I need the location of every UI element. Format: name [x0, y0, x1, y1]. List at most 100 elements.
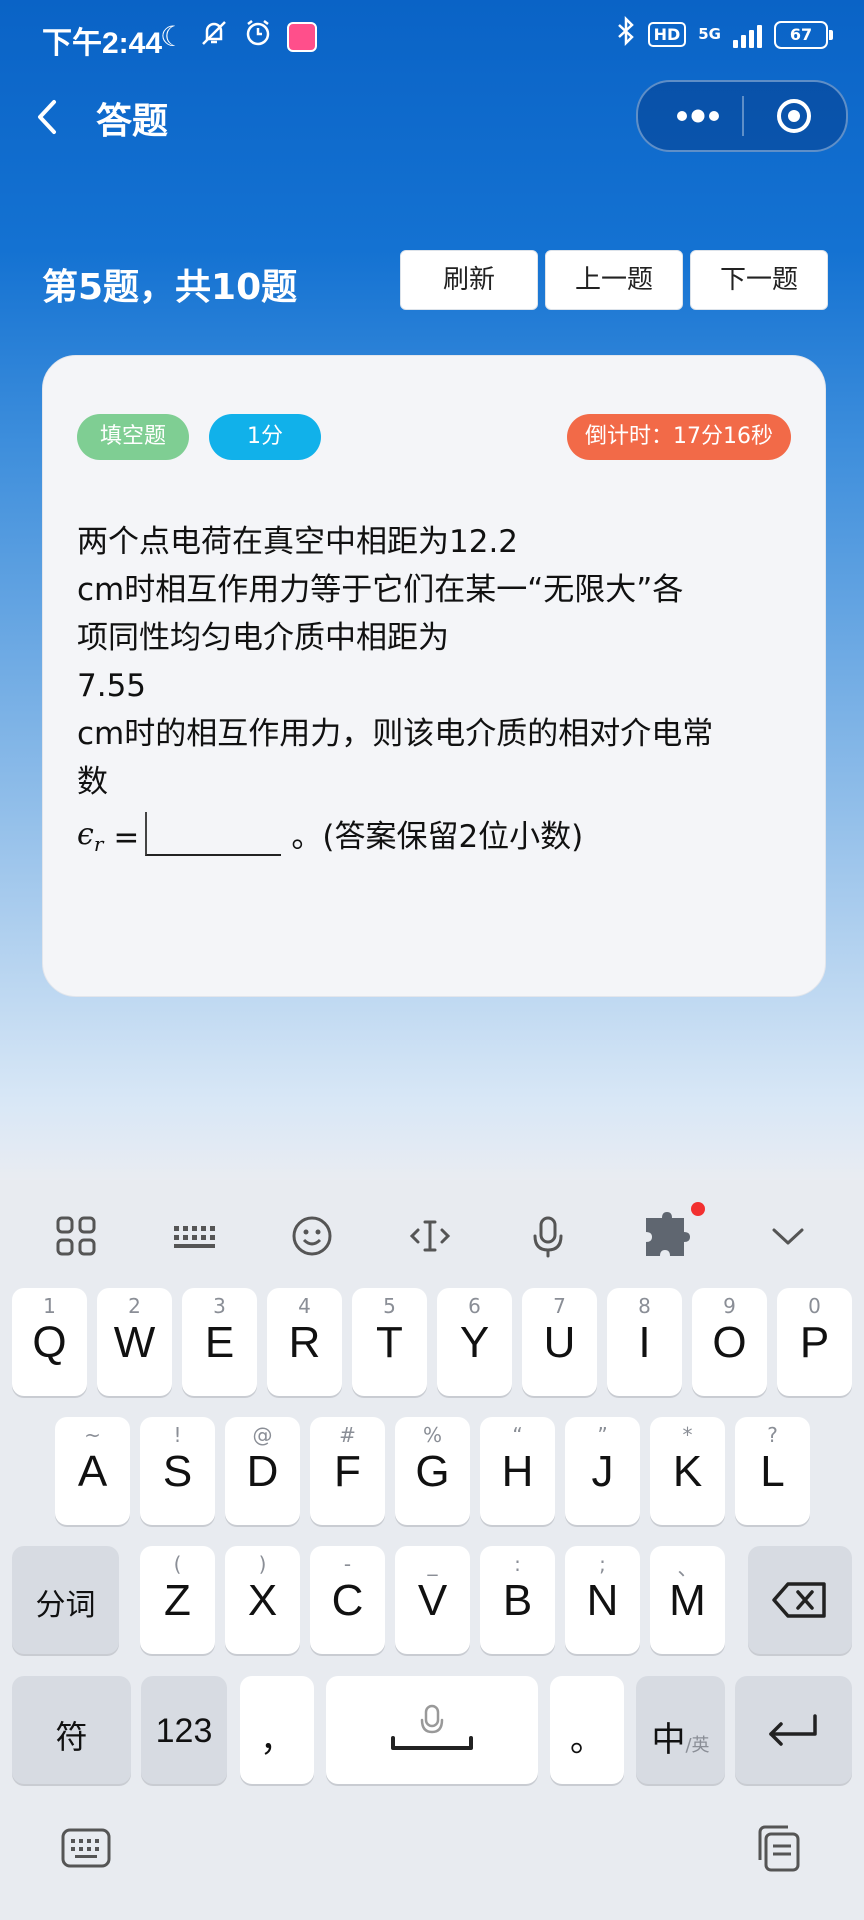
- clipboard-icon: [758, 1825, 800, 1872]
- backspace-icon: [772, 1582, 826, 1618]
- next-question-button[interactable]: 下一题: [690, 250, 828, 310]
- key-h[interactable]: “H: [480, 1417, 555, 1525]
- comma-key[interactable]: ，: [240, 1676, 314, 1784]
- key-b[interactable]: :B: [480, 1546, 555, 1654]
- key-k[interactable]: * K: [650, 1417, 725, 1525]
- bluetooth-icon: [616, 15, 636, 53]
- close-miniapp-button[interactable]: [776, 98, 812, 134]
- key-e[interactable]: 3E: [182, 1288, 257, 1396]
- puzzle-icon: [646, 1212, 690, 1256]
- keyboard-layout-icon: [174, 1226, 215, 1248]
- target-icon: [777, 99, 811, 133]
- countdown-timer: 倒计时：17分16秒: [567, 414, 791, 460]
- enter-key[interactable]: [735, 1676, 852, 1784]
- key-v[interactable]: _ V: [395, 1546, 470, 1654]
- answer-input[interactable]: [145, 812, 282, 856]
- space-key[interactable]: [326, 1676, 538, 1784]
- key-p[interactable]: 0P: [777, 1288, 852, 1396]
- language-switch-key[interactable]: 中/英: [636, 1676, 725, 1784]
- clipboard-button[interactable]: [750, 1820, 806, 1876]
- key-t[interactable]: 5T: [352, 1288, 427, 1396]
- key-r[interactable]: 4R: [267, 1288, 342, 1396]
- text-cursor-icon: [409, 1220, 451, 1252]
- question-line: cm时的相互作用力，则该电介质的相对介电常: [77, 716, 714, 752]
- key-i[interactable]: 8I: [607, 1288, 682, 1396]
- enter-icon: [769, 1714, 817, 1746]
- app-notification-icon: [287, 21, 318, 52]
- microphone-icon: [533, 1216, 563, 1258]
- moon-icon: ☾: [160, 20, 186, 53]
- key-y[interactable]: 6Y: [437, 1288, 512, 1396]
- question-card: 填空题 1分 倒计时：17分16秒 两个点电荷在真空中相距为12.2 cm时相互…: [42, 355, 826, 997]
- key-c[interactable]: -C: [310, 1546, 385, 1654]
- signal-icon: [733, 22, 762, 48]
- key-j[interactable]: ” J: [565, 1417, 640, 1525]
- keyboard: 1Q 2W 3E 4R 5T 6Y 7U 8I 9O 0P ~ A ! S @ D #…: [0, 1180, 864, 1920]
- backspace-key[interactable]: [748, 1546, 852, 1654]
- page-title: 答题: [96, 101, 169, 142]
- hd-badge: HD: [647, 22, 687, 47]
- question-line: 数: [77, 764, 108, 800]
- network-type: 5G: [698, 25, 721, 43]
- notification-dot: [691, 1202, 705, 1216]
- key-n[interactable]: ; N: [565, 1546, 640, 1654]
- refresh-button[interactable]: 刷新: [400, 250, 538, 310]
- segment-key[interactable]: 分词: [12, 1546, 119, 1654]
- keyboard-icon: [61, 1828, 111, 1868]
- key-d[interactable]: @ D: [225, 1417, 300, 1525]
- space-mic-icon: [391, 1704, 473, 1750]
- collapse-keyboard-button[interactable]: [758, 1206, 818, 1266]
- question-text: 两个点电荷在真空中相距为12.2 cm时相互作用力等于它们在某一“无限大”各 项…: [77, 518, 787, 806]
- key-f[interactable]: # F: [310, 1417, 385, 1525]
- keyboard-layout-button[interactable]: [164, 1206, 224, 1266]
- status-time: 下午2:44: [42, 27, 163, 60]
- key-w[interactable]: 2W: [97, 1288, 172, 1396]
- key-u[interactable]: 7U: [522, 1288, 597, 1396]
- status-left-icons: ☾: [160, 18, 318, 55]
- question-line: 项同性均匀电介质中相距为: [77, 620, 449, 656]
- epsilon-symbol: ϵr: [77, 817, 104, 856]
- score-tag: 1分: [209, 414, 321, 460]
- battery-icon: 67: [774, 20, 833, 49]
- key-l[interactable]: ? L: [735, 1417, 810, 1525]
- lang-sub: /英: [685, 1735, 710, 1756]
- key-a[interactable]: ~ A: [55, 1417, 130, 1525]
- answer-hint: 。(答案保留2位小数): [291, 819, 584, 855]
- chevron-down-icon: [772, 1228, 804, 1245]
- key-g[interactable]: % G: [395, 1417, 470, 1525]
- equals-sign: =: [113, 820, 140, 856]
- grid-icon: [56, 1216, 96, 1256]
- period-key[interactable]: 。: [550, 1676, 624, 1784]
- key-z[interactable]: (Z: [140, 1546, 215, 1654]
- more-button[interactable]: [668, 104, 728, 128]
- chevron-left-icon: [38, 100, 56, 134]
- alarm-icon: [243, 18, 273, 55]
- plugin-button[interactable]: [636, 1206, 696, 1266]
- key-s[interactable]: ! S: [140, 1417, 215, 1525]
- capsule-divider: [742, 96, 744, 136]
- switch-keyboard-button[interactable]: [58, 1820, 114, 1876]
- mute-bell-icon: [199, 18, 229, 55]
- cursor-button[interactable]: [400, 1206, 460, 1266]
- key-x[interactable]: ) X: [225, 1546, 300, 1654]
- voice-input-button[interactable]: [518, 1206, 578, 1266]
- key-m[interactable]: 、 M: [650, 1546, 725, 1654]
- prev-question-button[interactable]: 上一题: [545, 250, 683, 310]
- emoji-button[interactable]: [282, 1206, 342, 1266]
- back-button[interactable]: [30, 92, 70, 142]
- apps-grid-button[interactable]: [46, 1206, 106, 1266]
- question-line: 7.55: [77, 668, 147, 704]
- key-q[interactable]: 1Q: [12, 1288, 87, 1396]
- miniapp-capsule: [636, 80, 848, 152]
- emoji-icon: [292, 1216, 332, 1256]
- lang-main: 中: [651, 1720, 686, 1760]
- question-line: 两个点电荷在真空中相距为12.2: [77, 524, 519, 560]
- key-o[interactable]: 9O: [692, 1288, 767, 1396]
- question-type-tag: 填空题: [77, 414, 189, 460]
- more-dots-icon: [677, 109, 719, 123]
- symbol-key[interactable]: 符: [12, 1676, 131, 1784]
- question-line: cm时相互作用力等于它们在某一“无限大”各: [77, 572, 684, 608]
- status-right-icons: HD 5G 67: [616, 15, 833, 53]
- answer-row: ϵr = 。(答案保留2位小数): [77, 806, 583, 856]
- number-key[interactable]: 123: [141, 1676, 227, 1784]
